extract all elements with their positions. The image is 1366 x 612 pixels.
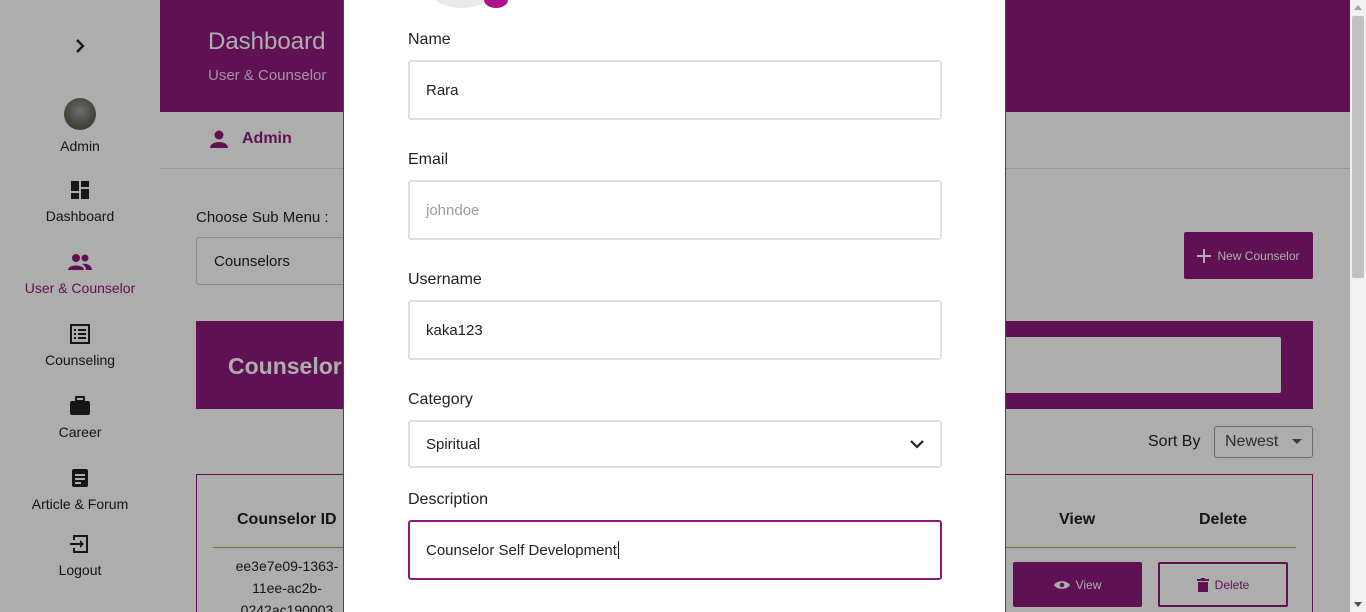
scrollbar-thumb[interactable]: [1352, 16, 1364, 278]
counselor-form-modal: Name Rara Email johndoe Username kaka123…: [343, 0, 1006, 612]
chevron-down-icon: [910, 439, 924, 449]
description-value: Counselor Self Development: [426, 541, 617, 559]
text-cursor: [617, 541, 619, 559]
username-label: Username: [408, 271, 482, 288]
name-field[interactable]: Rara: [408, 60, 942, 120]
email-field[interactable]: johndoe: [408, 180, 942, 240]
username-field[interactable]: kaka123: [408, 300, 942, 360]
scroll-down-arrow-icon[interactable]: [1354, 602, 1362, 607]
name-label: Name: [408, 31, 451, 48]
category-value: Spiritual: [426, 435, 481, 453]
scroll-up-arrow-icon[interactable]: [1354, 5, 1362, 10]
edit-photo-icon[interactable]: [484, 0, 508, 8]
category-label: Category: [408, 391, 473, 408]
email-label: Email: [408, 151, 449, 168]
page-scrollbar[interactable]: [1350, 0, 1366, 612]
description-label: Description: [408, 491, 489, 508]
description-field[interactable]: Counselor Self Development: [408, 520, 942, 580]
category-select[interactable]: Spiritual: [408, 420, 942, 468]
